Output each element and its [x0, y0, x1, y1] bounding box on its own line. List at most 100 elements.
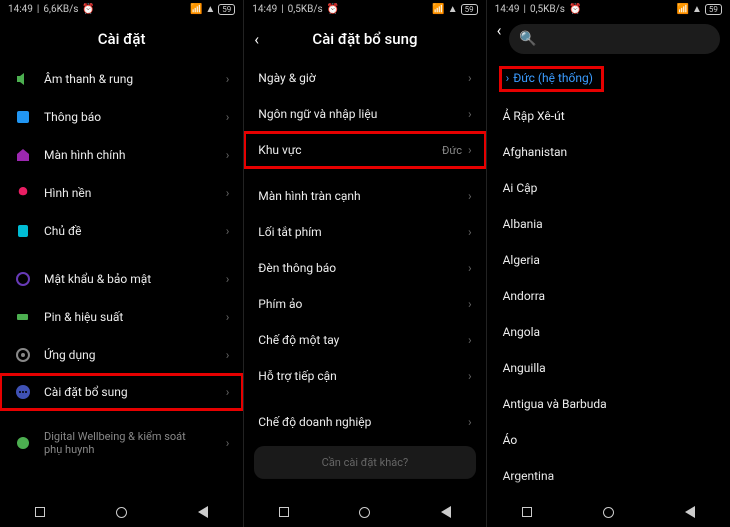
- region-item[interactable]: Andorra: [487, 278, 730, 314]
- theme-icon: [14, 222, 32, 240]
- chevron-right-icon: ›: [226, 110, 230, 124]
- row-theme[interactable]: Chủ đề ›: [0, 212, 243, 250]
- wallpaper-icon: [14, 184, 32, 202]
- nav-back[interactable]: [441, 506, 451, 518]
- region-item[interactable]: Áo: [487, 422, 730, 458]
- row-additional-settings[interactable]: Cài đặt bổ sung ›: [0, 374, 243, 410]
- region-item[interactable]: Albania: [487, 206, 730, 242]
- status-bar: 14:49 | 6,6KB/s ⏰ 📶 ▲ 59: [0, 0, 243, 18]
- row-notifications[interactable]: Thông báo ›: [0, 98, 243, 136]
- chevron-right-icon: ›: [226, 148, 230, 162]
- row-date-time[interactable]: Ngày & giờ ›: [244, 60, 485, 96]
- chevron-right-icon: ›: [226, 436, 230, 450]
- battery-icon: 59: [461, 4, 478, 15]
- row-language-input[interactable]: Ngôn ngữ và nhập liệu ›: [244, 96, 485, 132]
- chevron-right-icon: ›: [226, 186, 230, 200]
- clock: 14:49: [495, 4, 520, 15]
- row-enterprise[interactable]: Chế độ doanh nghiệp ›: [244, 404, 485, 440]
- nav-home[interactable]: [359, 507, 370, 518]
- chevron-right-icon: ›: [226, 348, 230, 362]
- sound-icon: [14, 70, 32, 88]
- nav-home[interactable]: [116, 507, 127, 518]
- fingerprint-icon: [14, 270, 32, 288]
- search-icon: 🔍: [519, 31, 536, 47]
- header: ‹ Cài đặt bổ sung: [244, 18, 485, 60]
- row-apps[interactable]: Ứng dụng ›: [0, 336, 243, 374]
- row-region[interactable]: Khu vực Đức ›: [244, 132, 485, 168]
- wellbeing-icon: [14, 434, 32, 452]
- row-home[interactable]: Màn hình chính ›: [0, 136, 243, 174]
- search-input[interactable]: 🔍: [509, 24, 719, 54]
- search-other-card[interactable]: Cần cài đặt khác?: [254, 446, 475, 479]
- chevron-right-icon: ›: [226, 385, 230, 399]
- apps-icon: [14, 346, 32, 364]
- row-buttons[interactable]: Phím ảo ›: [244, 286, 485, 322]
- wifi-icon: ▲: [448, 4, 458, 15]
- selected-region[interactable]: › Đức (hệ thống): [499, 66, 604, 92]
- row-shortcuts[interactable]: Lối tắt phím ›: [244, 214, 485, 250]
- region-item[interactable]: Antigua và Barbuda: [487, 386, 730, 422]
- net-speed: 0,5KB/s: [288, 4, 323, 15]
- signal-icon: 📶: [432, 4, 444, 15]
- back-button[interactable]: ‹: [497, 20, 502, 39]
- battery-icon: [14, 308, 32, 326]
- home-icon: [14, 146, 32, 164]
- signal-icon: 📶: [677, 4, 689, 15]
- region-picker-screen: 14:49 | 0,5KB/s ⏰ 📶 ▲ 59 ‹ 🔍 › Đức (hệ t…: [487, 0, 730, 527]
- settings-screen: 14:49 | 6,6KB/s ⏰ 📶 ▲ 59 Cài đặt Âm than…: [0, 0, 243, 527]
- chevron-right-icon: ›: [468, 369, 472, 383]
- nav-home[interactable]: [603, 507, 614, 518]
- battery-icon: 59: [705, 4, 722, 15]
- nav-recent[interactable]: [279, 507, 289, 517]
- region-list: Ả Rập Xê-út Afghanistan Ai Cập Albania A…: [487, 98, 730, 494]
- nav-recent[interactable]: [522, 507, 532, 517]
- row-fullscreen[interactable]: Màn hình tràn cạnh ›: [244, 178, 485, 214]
- chevron-right-icon: ›: [468, 297, 472, 311]
- region-item[interactable]: Afghanistan: [487, 134, 730, 170]
- settings-list: Âm thanh & rung › Thông báo › Màn hình c…: [0, 60, 243, 466]
- row-led[interactable]: Đèn thông báo ›: [244, 250, 485, 286]
- back-button[interactable]: ‹: [254, 30, 259, 49]
- nav-back[interactable]: [685, 506, 695, 518]
- region-item[interactable]: Ả Rập Xê-út: [487, 98, 730, 134]
- region-item[interactable]: Anguilla: [487, 350, 730, 386]
- row-sound[interactable]: Âm thanh & rung ›: [0, 60, 243, 98]
- row-security[interactable]: Mật khẩu & bảo mật ›: [0, 260, 243, 298]
- nav-bar: [244, 497, 485, 527]
- chevron-right-icon: ›: [226, 272, 230, 286]
- row-wallpaper[interactable]: Hình nền ›: [0, 174, 243, 212]
- nav-bar: [0, 497, 243, 527]
- more-icon: [14, 383, 32, 401]
- chevron-right-icon: ›: [506, 71, 510, 85]
- search-header: ‹ 🔍: [487, 18, 730, 60]
- header: Cài đặt: [0, 18, 243, 60]
- alarm-icon: ⏰: [327, 4, 339, 15]
- row-accessibility[interactable]: Hỗ trợ tiếp cận ›: [244, 358, 485, 394]
- chevron-right-icon: ›: [226, 310, 230, 324]
- clock: 14:49: [8, 4, 33, 15]
- status-bar: 14:49 | 0,5KB/s ⏰ 📶 ▲ 59: [487, 0, 730, 18]
- region-value: Đức: [442, 144, 462, 157]
- status-bar: 14:49 | 0,5KB/s ⏰ 📶 ▲ 59: [244, 0, 485, 18]
- page-title: Cài đặt: [98, 30, 146, 48]
- row-battery[interactable]: Pin & hiệu suất ›: [0, 298, 243, 336]
- page-title: Cài đặt bổ sung: [312, 30, 417, 48]
- chevron-right-icon: ›: [468, 333, 472, 347]
- wifi-icon: ▲: [692, 4, 702, 15]
- region-item[interactable]: Angola: [487, 314, 730, 350]
- notify-icon: [14, 108, 32, 126]
- row-wellbeing[interactable]: Digital Wellbeing & kiểm soát phụ huynh …: [0, 420, 243, 466]
- region-item[interactable]: Argentina: [487, 458, 730, 494]
- chevron-right-icon: ›: [468, 415, 472, 429]
- nav-bar: [487, 497, 730, 527]
- region-item[interactable]: Algeria: [487, 242, 730, 278]
- net-speed: 6,6KB/s: [43, 4, 78, 15]
- clock: 14:49: [252, 4, 277, 15]
- nav-recent[interactable]: [35, 507, 45, 517]
- region-item[interactable]: Ai Cập: [487, 170, 730, 206]
- battery-icon: 59: [218, 4, 235, 15]
- nav-back[interactable]: [198, 506, 208, 518]
- net-speed: 0,5KB/s: [530, 4, 565, 15]
- signal-icon: 📶: [190, 4, 202, 15]
- row-onehanded[interactable]: Chế độ một tay ›: [244, 322, 485, 358]
